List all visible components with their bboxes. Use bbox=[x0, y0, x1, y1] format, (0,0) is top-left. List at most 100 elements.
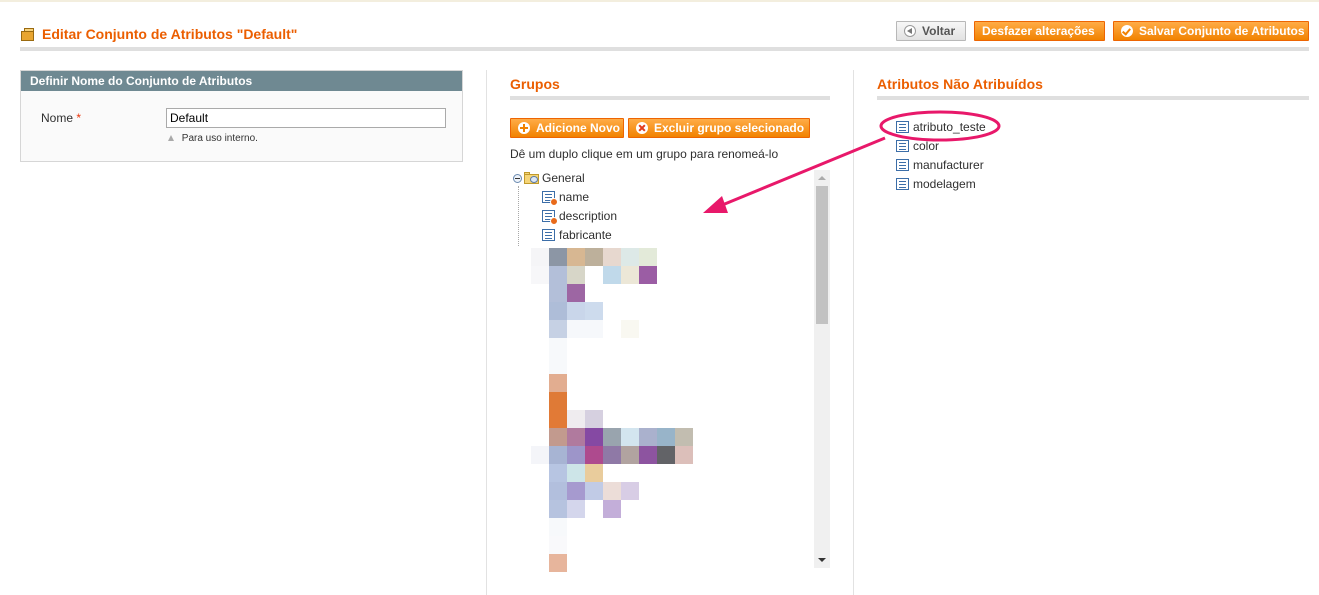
add-group-button[interactable]: Adicione Novo bbox=[510, 118, 624, 138]
pixel-block bbox=[531, 248, 549, 266]
tree-group-label: General bbox=[542, 171, 585, 185]
pixel-block bbox=[585, 302, 603, 320]
groups-scrollbar[interactable] bbox=[814, 170, 830, 568]
pixel-block bbox=[567, 428, 585, 446]
pixel-block bbox=[567, 302, 585, 320]
pixel-block bbox=[531, 446, 549, 464]
pixel-block bbox=[585, 464, 603, 482]
system-attribute-icon bbox=[542, 191, 558, 206]
pixel-block bbox=[657, 428, 675, 446]
column-separator-left bbox=[486, 70, 487, 595]
unassigned-item-label: modelagem bbox=[913, 177, 976, 191]
pixel-block bbox=[585, 482, 603, 500]
attribute-icon bbox=[896, 159, 909, 171]
back-button-label: Voltar bbox=[922, 24, 956, 38]
pixel-block bbox=[639, 266, 657, 284]
pixel-block bbox=[549, 302, 567, 320]
name-input[interactable] bbox=[166, 108, 446, 128]
plus-icon bbox=[518, 122, 530, 134]
pixel-block bbox=[621, 266, 639, 284]
collapse-toggle-icon[interactable] bbox=[513, 173, 522, 183]
save-icon bbox=[1121, 25, 1133, 37]
tree-attribute-description[interactable]: description bbox=[542, 207, 617, 225]
pixel-block bbox=[675, 428, 693, 446]
save-button-label: Salvar Conjunto de Atributos bbox=[1139, 24, 1305, 38]
pixel-block bbox=[639, 446, 657, 464]
pixel-block bbox=[549, 500, 567, 518]
pixel-block bbox=[567, 446, 585, 464]
unassigned-item-label: color bbox=[913, 139, 940, 153]
groups-title: Grupos bbox=[510, 76, 560, 92]
pixel-block bbox=[567, 482, 585, 500]
unassigned-item-label: manufacturer bbox=[913, 158, 984, 172]
unassigned-divider bbox=[877, 96, 1309, 100]
groups-instruction: Dê um duplo clique em um grupo para reno… bbox=[510, 147, 779, 161]
attribute-icon bbox=[896, 178, 909, 190]
pixel-block bbox=[549, 446, 567, 464]
pixel-block bbox=[585, 320, 603, 338]
pixel-block bbox=[549, 518, 567, 536]
pixel-block bbox=[531, 266, 549, 284]
page-title: Editar Conjunto de Atributos "Default" bbox=[20, 26, 297, 42]
pixel-block bbox=[603, 428, 621, 446]
system-attribute-icon bbox=[542, 210, 558, 225]
pixel-block bbox=[549, 338, 567, 356]
pixel-block bbox=[549, 284, 567, 302]
pixel-block bbox=[567, 248, 585, 266]
folder-icon bbox=[524, 172, 539, 184]
pixel-block bbox=[549, 554, 567, 572]
required-mark: * bbox=[76, 111, 82, 125]
add-group-label: Adicione Novo bbox=[536, 121, 621, 135]
reset-button[interactable]: Desfazer alterações bbox=[974, 21, 1105, 41]
back-button[interactable]: Voltar bbox=[896, 21, 966, 41]
delete-group-button[interactable]: Excluir grupo selecionado bbox=[628, 118, 810, 138]
pixel-block bbox=[657, 446, 675, 464]
annotation-arrow-head bbox=[703, 196, 728, 213]
attribute-icon bbox=[542, 229, 555, 241]
name-label: Nome * bbox=[41, 111, 81, 125]
delete-icon bbox=[636, 122, 648, 134]
page-title-text: Editar Conjunto de Atributos "Default" bbox=[42, 26, 298, 42]
save-attribute-set-button[interactable]: Salvar Conjunto de Atributos bbox=[1113, 21, 1309, 41]
pixel-block bbox=[549, 410, 567, 428]
pixel-block bbox=[567, 500, 585, 518]
unassigned-item-modelagem[interactable]: modelagem bbox=[896, 175, 976, 193]
pixel-block bbox=[585, 446, 603, 464]
scroll-up-arrow-icon[interactable] bbox=[814, 170, 830, 186]
tree-group-general[interactable]: General bbox=[513, 169, 585, 187]
pixel-block bbox=[567, 266, 585, 284]
pixel-block bbox=[549, 320, 567, 338]
header-divider bbox=[20, 47, 1309, 51]
tree-attribute-label: fabricante bbox=[559, 228, 612, 242]
pixel-block bbox=[621, 446, 639, 464]
pixel-block bbox=[621, 428, 639, 446]
attribute-icon bbox=[896, 140, 909, 152]
top-border bbox=[0, 0, 1319, 2]
pixel-block bbox=[567, 464, 585, 482]
scroll-thumb[interactable] bbox=[816, 186, 828, 324]
tree-guide-line bbox=[518, 186, 520, 246]
column-separator-right bbox=[853, 70, 854, 595]
pixel-block bbox=[549, 536, 567, 554]
unassigned-item-manufacturer[interactable]: manufacturer bbox=[896, 156, 984, 174]
groups-divider bbox=[510, 96, 830, 100]
reset-button-label: Desfazer alterações bbox=[982, 24, 1095, 38]
pixel-block bbox=[621, 320, 639, 338]
tree-attribute-fabricante[interactable]: fabricante bbox=[542, 226, 612, 244]
pixel-block bbox=[639, 248, 657, 266]
attribute-set-icon bbox=[20, 27, 36, 41]
pixel-block bbox=[639, 428, 657, 446]
pixel-block bbox=[549, 464, 567, 482]
tree-attribute-name[interactable]: name bbox=[542, 188, 589, 206]
unassigned-item-color[interactable]: color bbox=[896, 137, 939, 155]
unassigned-item-atributo-teste[interactable]: atributo_teste bbox=[896, 118, 986, 136]
hint-arrow-icon bbox=[168, 135, 174, 141]
pixel-block bbox=[567, 284, 585, 302]
pixel-block bbox=[603, 482, 621, 500]
pixel-block bbox=[603, 500, 621, 518]
pixel-block bbox=[603, 248, 621, 266]
pixel-block bbox=[621, 482, 639, 500]
pixel-block bbox=[549, 374, 567, 392]
scroll-down-arrow-icon[interactable] bbox=[814, 552, 830, 568]
name-hint: Para uso interno. bbox=[168, 133, 258, 144]
